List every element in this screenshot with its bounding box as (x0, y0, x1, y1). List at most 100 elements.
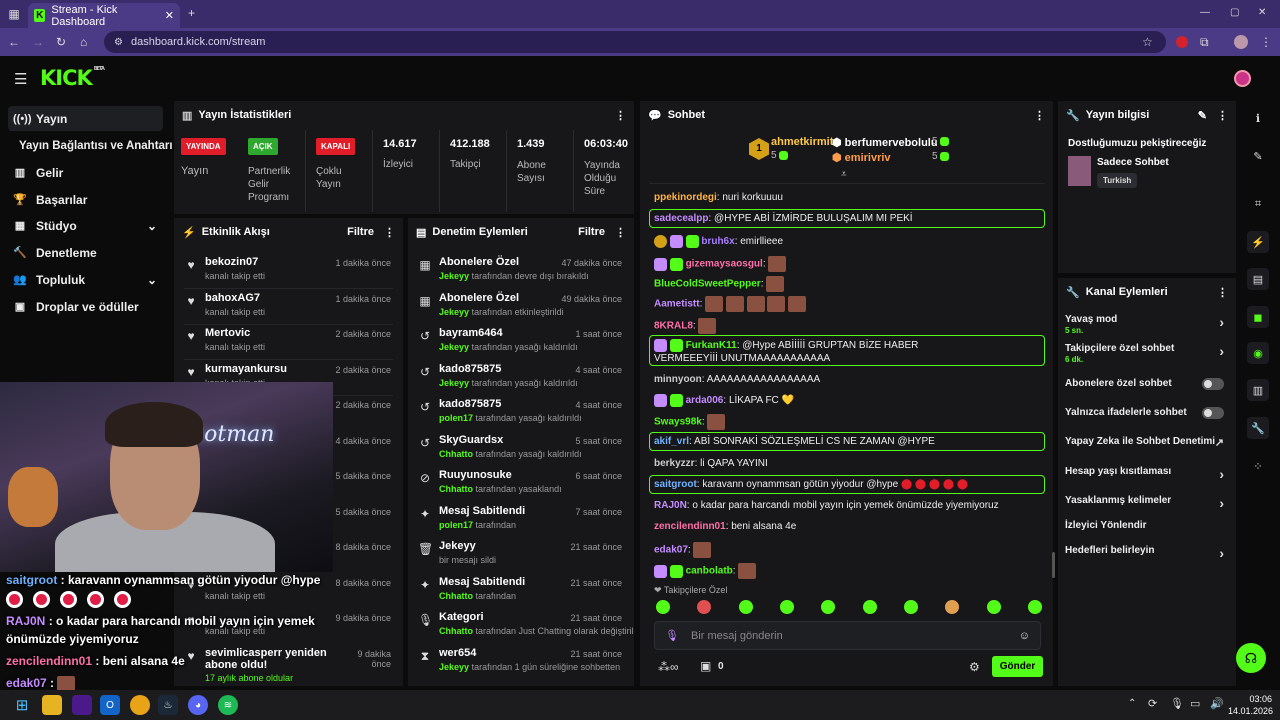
top-gifter-2[interactable]: ⬢ berfumervebolulu (832, 136, 938, 149)
chat-message[interactable]: arda006: LİKAPA FC 💛 (654, 394, 794, 407)
extension-icon[interactable] (1176, 36, 1188, 48)
channel-action-item[interactable]: Hesap yaşı kısıtlaması › (1065, 466, 1230, 490)
tools-icon[interactable]: 🔧 (1247, 417, 1269, 439)
chat-message[interactable]: minnyoon: AAAAAAAAAAAAAAAAA (654, 374, 820, 385)
sidebar-item-gelir[interactable]: ▥ Gelir (8, 160, 163, 185)
emote-button[interactable] (903, 600, 918, 614)
browser-menu-icon[interactable]: ⋮ (1260, 35, 1272, 49)
sidebar-item-basarilar[interactable]: 🏆 Başarılar (8, 187, 163, 212)
chat-message[interactable]: ppekinordegi: nuri korkuuuu (654, 192, 783, 203)
send-button[interactable]: Gönder (992, 656, 1043, 677)
browser-tab[interactable]: K Stream - Kick Dashboard ✕ (28, 3, 180, 28)
moderation-row[interactable]: 🗑 Jekeyy bir mesajı sildi 21 saat önce (408, 538, 634, 573)
site-info-icon[interactable]: ⚙ (114, 37, 123, 48)
mic-icon[interactable]: 🎙 (665, 629, 679, 642)
toggle-switch[interactable] (1202, 407, 1224, 419)
info-icon[interactable]: ℹ (1247, 107, 1269, 129)
top-gifter-3[interactable]: ⬢ emirivriv (832, 151, 891, 164)
activity-row[interactable]: ♥ sevimlicasperr yeniden abone oldu! 17 ay… (174, 645, 403, 683)
tray-arrow-icon[interactable]: ⌃ (1128, 698, 1136, 709)
moderation-row[interactable]: ▦ Abonelere Özel Jekeyy tarafından devre d… (408, 254, 634, 289)
forward-icon[interactable]: → (32, 35, 44, 49)
more-icon[interactable]: ⋮ (1217, 286, 1228, 299)
profile-avatar-icon[interactable] (1234, 35, 1248, 49)
user-avatar[interactable] (1234, 70, 1251, 87)
moderation-row[interactable]: ⊘ Ruuyunosuke Chhatto tarafından yasakland… (408, 467, 634, 502)
tray-mic-icon[interactable]: 🎙 (1170, 697, 1184, 710)
taskbar-clock[interactable]: 03:06 14.01.2026 (1228, 693, 1273, 717)
chat-settings-icon[interactable]: ⚙ (969, 660, 980, 674)
moderation-row[interactable]: ⧗ wer654 Jekeyy tarafından 1 gün süreliğin… (408, 645, 634, 680)
close-window-icon[interactable]: ✕ (1258, 7, 1266, 18)
more-icon[interactable]: ⋮ (1034, 109, 1045, 122)
tray-volume-icon[interactable]: 🔊 (1210, 697, 1224, 710)
home-icon[interactable]: ⌂ (80, 35, 87, 49)
discord-icon[interactable]: ◕ (188, 695, 208, 715)
chat-message[interactable]: berkyzzr: li QAPA YAYINI (654, 458, 768, 469)
reload-icon[interactable]: ↻ (56, 35, 66, 49)
activity-row[interactable]: ♥ Mertovic kanalı takip etti 2 dakika önce (174, 325, 403, 360)
channel-action-item[interactable]: İzleyici Yönlendir (1065, 520, 1230, 544)
activity-toggle-icon[interactable]: ▥ (1247, 379, 1269, 401)
chat-message[interactable]: saitgroot: karavann oynammsan götün yiyo… (654, 479, 968, 490)
moderation-row[interactable]: ↺ bayram6464 Jekeyy tarafından yasağı kald… (408, 325, 634, 360)
emote-button[interactable] (656, 600, 670, 614)
steam-icon[interactable]: ♨ (158, 695, 178, 715)
chat-message[interactable]: RAJ0N: o kadar para harcandı mobil yayın… (654, 500, 999, 511)
apps-icon[interactable]: ⁘ (1247, 455, 1269, 477)
chat-message[interactable]: bruh6x: emirllieee (654, 235, 783, 248)
emoji-icon[interactable]: ☺ (1019, 630, 1030, 642)
moderation-row[interactable]: ✦ Mesaj Sabitlendi polen17 tarafından 7 saa… (408, 503, 634, 538)
channel-action-item[interactable]: Yalnızca ifadelerle sohbet (1065, 407, 1230, 431)
pencil-icon[interactable]: ✎ (1247, 145, 1269, 167)
chat-message[interactable]: 8KRAL8: (654, 318, 717, 334)
channel-action-item[interactable]: Hedefleri belirleyin › (1065, 545, 1230, 569)
broadcast-toggle-icon[interactable]: ◉ (1247, 342, 1269, 364)
moderation-row[interactable]: ↺ kado875875 Jekeyy tarafından yasağı kald… (408, 361, 634, 396)
chat-message[interactable]: Aametistt: (654, 296, 807, 312)
activity-row[interactable]: ♥ bekozin07 kanalı takip etti 1 dakika önce (174, 254, 403, 289)
url-field[interactable]: ⚙ dashboard.kick.com/stream (104, 31, 1166, 53)
channel-action-item[interactable]: Yapay Zeka ile Sohbet Denetimi ↗ (1065, 436, 1230, 460)
emote-button[interactable] (697, 600, 712, 614)
moderation-row[interactable]: ↺ kado875875 polen17 tarafından yasağı kal… (408, 396, 634, 431)
chat-message[interactable]: BlueColdSweetPepper: (654, 276, 785, 292)
sidebar-item-studyo[interactable]: ▦ Stüdyo ⌄ (8, 213, 163, 238)
app-icon[interactable] (72, 695, 92, 715)
activity-row[interactable]: ♥ bahoxAG7 kanalı takip etti 1 dakika önce (174, 290, 403, 325)
chat-message[interactable]: edak07: (654, 542, 712, 558)
close-tab-icon[interactable]: ✕ (165, 9, 174, 22)
emote-button[interactable] (779, 600, 794, 614)
emote-button[interactable] (1027, 600, 1042, 614)
sidebar-item-stream-key[interactable]: Yayın Bağlantısı ve Anahtarı (14, 133, 174, 158)
channel-action-item[interactable]: Yasaklanmış kelimeler › (1065, 495, 1230, 519)
chat-message[interactable]: sadecealpp: @HYPE ABİ İZMİRDE BULUŞALIM … (654, 213, 913, 224)
windows-start-icon[interactable]: ⊞ (12, 695, 32, 715)
outlook-icon[interactable]: O (100, 695, 120, 715)
extensions-puzzle-icon[interactable]: ⧉ (1200, 35, 1209, 50)
chat-message[interactable]: zencilendinn01: beni alsana 4e (654, 521, 796, 532)
focus-icon[interactable]: ⌗ (1247, 193, 1269, 215)
edit-pencil-icon[interactable]: ✎ (1198, 109, 1207, 122)
more-icon[interactable]: ⋮ (384, 226, 395, 239)
file-explorer-icon[interactable] (42, 695, 62, 715)
tray-monitor-icon[interactable]: ▭ (1190, 697, 1200, 710)
moderation-filter-button[interactable]: Filtre (578, 226, 605, 238)
bookmark-star-icon[interactable]: ☆ (1142, 35, 1153, 49)
chat-message[interactable]: akif_vrl: ABİ SONRAKİ SÖZLEŞMELİ CS NE Z… (654, 436, 935, 447)
emote-button[interactable] (945, 600, 960, 614)
spotify-icon[interactable]: ≋ (218, 695, 238, 715)
expand-leaderboard-icon[interactable]: ⩡ (841, 169, 847, 180)
emote-button[interactable] (986, 600, 1001, 614)
toggle-switch[interactable] (1202, 378, 1224, 390)
gift-icon[interactable]: ▣ (700, 659, 711, 673)
top-gifter-1[interactable]: ahmetkirmit (771, 136, 833, 148)
moderation-row[interactable]: 🎙 Kategori Chhatto tarafından Just Chattin… (408, 609, 634, 644)
chat-input[interactable]: 🎙 Bir mesaj gönderin ☺ (654, 621, 1041, 650)
moderation-row[interactable]: ▦ Abonelere Özel Jekeyy tarafından etkinle… (408, 290, 634, 325)
new-tab-icon[interactable]: + (188, 6, 195, 20)
chat-message[interactable]: canbolatb: (654, 563, 757, 579)
hamburger-menu-icon[interactable]: ☰ (14, 70, 27, 88)
more-icon[interactable]: ⋮ (615, 109, 626, 122)
sidebar-item-droplar[interactable]: ▣ Droplar ve ödüller (8, 294, 163, 319)
